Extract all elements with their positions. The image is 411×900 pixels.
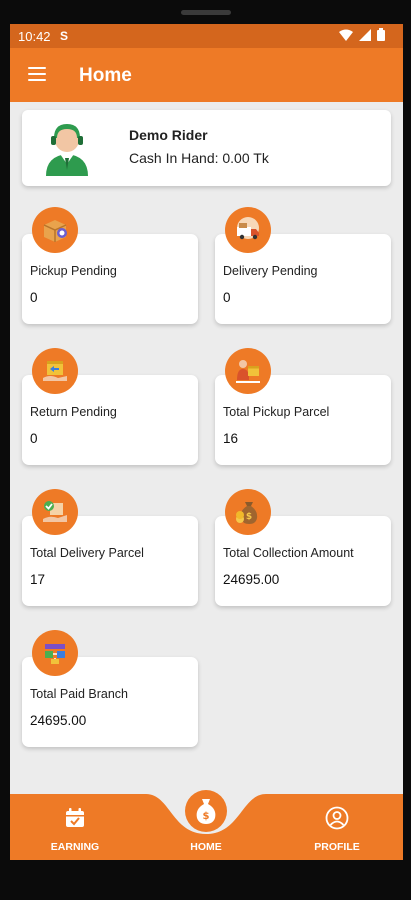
money-bag-icon: $ <box>225 489 271 535</box>
stat-value: 16 <box>223 431 239 446</box>
stat-label: Delivery Pending <box>223 264 318 278</box>
status-notification-icon: S <box>60 29 69 43</box>
stat-label: Total Delivery Parcel <box>30 546 144 560</box>
nav-earning-label: EARNING <box>50 841 100 853</box>
stat-value: 24695.00 <box>30 713 87 728</box>
stat-label: Total Paid Branch <box>30 687 128 701</box>
battery-icon <box>377 28 385 41</box>
profile-icon <box>325 806 349 830</box>
stat-label: Pickup Pending <box>30 264 117 278</box>
rider-card: Demo Rider Cash In Hand: 0.00 Tk <box>22 110 391 186</box>
delivery-hand-icon <box>32 489 78 535</box>
calendar-icon <box>66 808 84 827</box>
status-bar: 10:42 S <box>10 24 403 48</box>
truck-icon <box>225 207 271 253</box>
nav-profile-label: PROFILE <box>314 841 360 853</box>
rider-name: Demo Rider <box>129 127 208 143</box>
signal-icon <box>359 28 371 41</box>
menu-icon[interactable] <box>28 67 46 81</box>
device-bottom-bezel <box>0 860 411 900</box>
nav-earning[interactable]: EARNING <box>25 794 125 860</box>
stat-label: Total Collection Amount <box>223 546 354 560</box>
parcel-hand-icon <box>225 348 271 394</box>
page-title: Home <box>79 65 132 86</box>
return-box-icon <box>32 348 78 394</box>
stat-value: 24695.00 <box>223 572 280 587</box>
svg-text:$: $ <box>246 512 252 522</box>
stat-label: Total Pickup Parcel <box>223 405 330 419</box>
stat-value: 17 <box>30 572 46 587</box>
home-money-bag-button[interactable]: $ <box>185 790 227 832</box>
stat-value: 0 <box>30 290 38 305</box>
stat-label: Return Pending <box>30 405 117 419</box>
screen: 10:42 S Home Demo Rider Cash In Hand: 0.… <box>10 24 403 860</box>
rider-cash-in-hand: Cash In Hand: 0.00 Tk <box>129 150 269 166</box>
device-speaker <box>181 10 231 15</box>
stat-value: 0 <box>223 290 231 305</box>
nav-home-label: HOME <box>190 841 222 853</box>
status-time: 10:42 <box>18 29 51 44</box>
rider-avatar-icon <box>46 124 88 176</box>
branch-icon <box>32 630 78 676</box>
nav-profile[interactable]: PROFILE <box>287 794 387 860</box>
money-bag-icon: $ <box>196 799 216 824</box>
wifi-icon <box>339 29 353 41</box>
status-icons <box>339 28 385 41</box>
device-frame: 10:42 S Home Demo Rider Cash In Hand: 0.… <box>0 0 411 900</box>
box-icon <box>32 207 78 253</box>
stat-value: 0 <box>30 431 38 446</box>
svg-text:$: $ <box>203 811 210 822</box>
app-bar: Home <box>10 48 403 102</box>
